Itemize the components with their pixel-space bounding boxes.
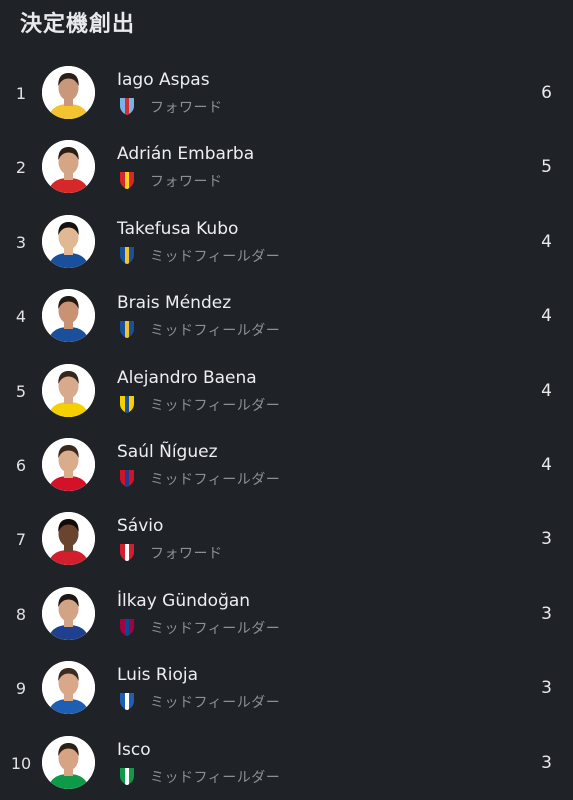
player-row[interactable]: 4 Brais Méndez ミッドフィールダー 4 xyxy=(0,279,573,353)
player-position: フォワード xyxy=(150,174,223,191)
player-position: ミッドフィールダー xyxy=(150,397,281,414)
player-name: Adrián Embarba xyxy=(117,144,255,165)
player-row[interactable]: 3 Takefusa Kubo ミッドフィールダー 4 xyxy=(0,205,573,279)
player-list: 1 Iago Aspas フォワード 6 2 Adrián Embarba フォ… xyxy=(0,56,573,800)
player-name: Sávio xyxy=(117,516,164,537)
player-position: ミッドフィールダー xyxy=(150,769,281,786)
almeria-crest-icon xyxy=(117,170,137,190)
stat-value: 6 xyxy=(541,83,552,103)
celta-vigo-crest-icon xyxy=(117,96,137,116)
player-row[interactable]: 8 İlkay Gündoğan ミッドフィールダー 3 xyxy=(0,577,573,651)
rank-number: 10 xyxy=(10,753,32,773)
player-name: Takefusa Kubo xyxy=(117,218,239,239)
player-position: ミッドフィールダー xyxy=(150,471,281,488)
player-avatar xyxy=(42,289,95,343)
girona-crest-icon xyxy=(117,542,137,562)
player-name: Isco xyxy=(117,739,151,760)
player-row[interactable]: 10 Isco ミッドフィールダー 3 xyxy=(0,726,573,800)
barcelona-crest-icon xyxy=(117,617,137,637)
player-row[interactable]: 7 Sávio フォワード 3 xyxy=(0,502,573,576)
stat-value: 3 xyxy=(541,603,552,624)
player-name: Saúl Ñíguez xyxy=(117,441,218,462)
alaves-crest-icon xyxy=(117,691,137,711)
stat-value: 4 xyxy=(541,231,552,252)
page-title: 決定機創出 xyxy=(20,12,136,37)
stat-value: 5 xyxy=(541,157,552,178)
player-position: ミッドフィールダー xyxy=(150,248,281,265)
rank-number: 1 xyxy=(15,84,27,103)
rank-number: 9 xyxy=(15,679,27,699)
rank-number: 8 xyxy=(15,604,27,624)
stat-value: 3 xyxy=(541,529,552,550)
real-betis-crest-icon xyxy=(117,766,137,786)
real-sociedad-crest-icon xyxy=(117,319,137,339)
player-avatar xyxy=(42,66,95,119)
player-row[interactable]: 2 Adrián Embarba フォワード 5 xyxy=(0,130,573,204)
stat-value: 3 xyxy=(541,678,552,699)
player-avatar xyxy=(42,437,95,491)
stat-value: 4 xyxy=(541,306,552,327)
player-avatar xyxy=(42,140,95,194)
rank-number: 7 xyxy=(15,530,27,550)
player-row[interactable]: 9 Luis Rioja ミッドフィールダー 3 xyxy=(0,651,573,725)
player-row[interactable]: 5 Alejandro Baena ミッドフィールダー 4 xyxy=(0,354,573,428)
player-avatar xyxy=(42,363,95,417)
player-row[interactable]: 6 Saúl Ñíguez ミッドフィールダー 4 xyxy=(0,428,573,502)
rank-number: 6 xyxy=(15,455,27,475)
player-avatar xyxy=(42,735,95,789)
rank-number: 5 xyxy=(15,381,27,401)
rank-number: 3 xyxy=(15,232,27,252)
player-position: ミッドフィールダー xyxy=(150,323,281,340)
real-sociedad-crest-icon xyxy=(117,245,137,265)
rank-number: 2 xyxy=(15,158,27,178)
rank-number: 4 xyxy=(15,307,27,327)
player-name: Alejandro Baena xyxy=(117,367,257,388)
player-avatar xyxy=(42,512,95,566)
villarreal-crest-icon xyxy=(117,394,137,414)
player-position: フォワード xyxy=(150,546,223,563)
player-avatar xyxy=(42,661,95,715)
player-name: Brais Méndez xyxy=(117,293,232,314)
player-row[interactable]: 1 Iago Aspas フォワード 6 xyxy=(0,56,573,130)
stat-value: 4 xyxy=(541,454,552,475)
player-name: Iago Aspas xyxy=(117,70,210,90)
player-avatar xyxy=(42,586,95,640)
player-name: İlkay Gündoğan xyxy=(117,590,251,611)
player-position: フォワード xyxy=(150,100,223,116)
player-position: ミッドフィールダー xyxy=(150,695,281,712)
stat-value: 3 xyxy=(541,752,552,773)
atletico-madrid-crest-icon xyxy=(117,468,137,488)
stat-value: 4 xyxy=(541,380,552,401)
player-position: ミッドフィールダー xyxy=(150,620,281,637)
player-avatar xyxy=(42,214,95,268)
player-name: Luis Rioja xyxy=(117,665,199,686)
